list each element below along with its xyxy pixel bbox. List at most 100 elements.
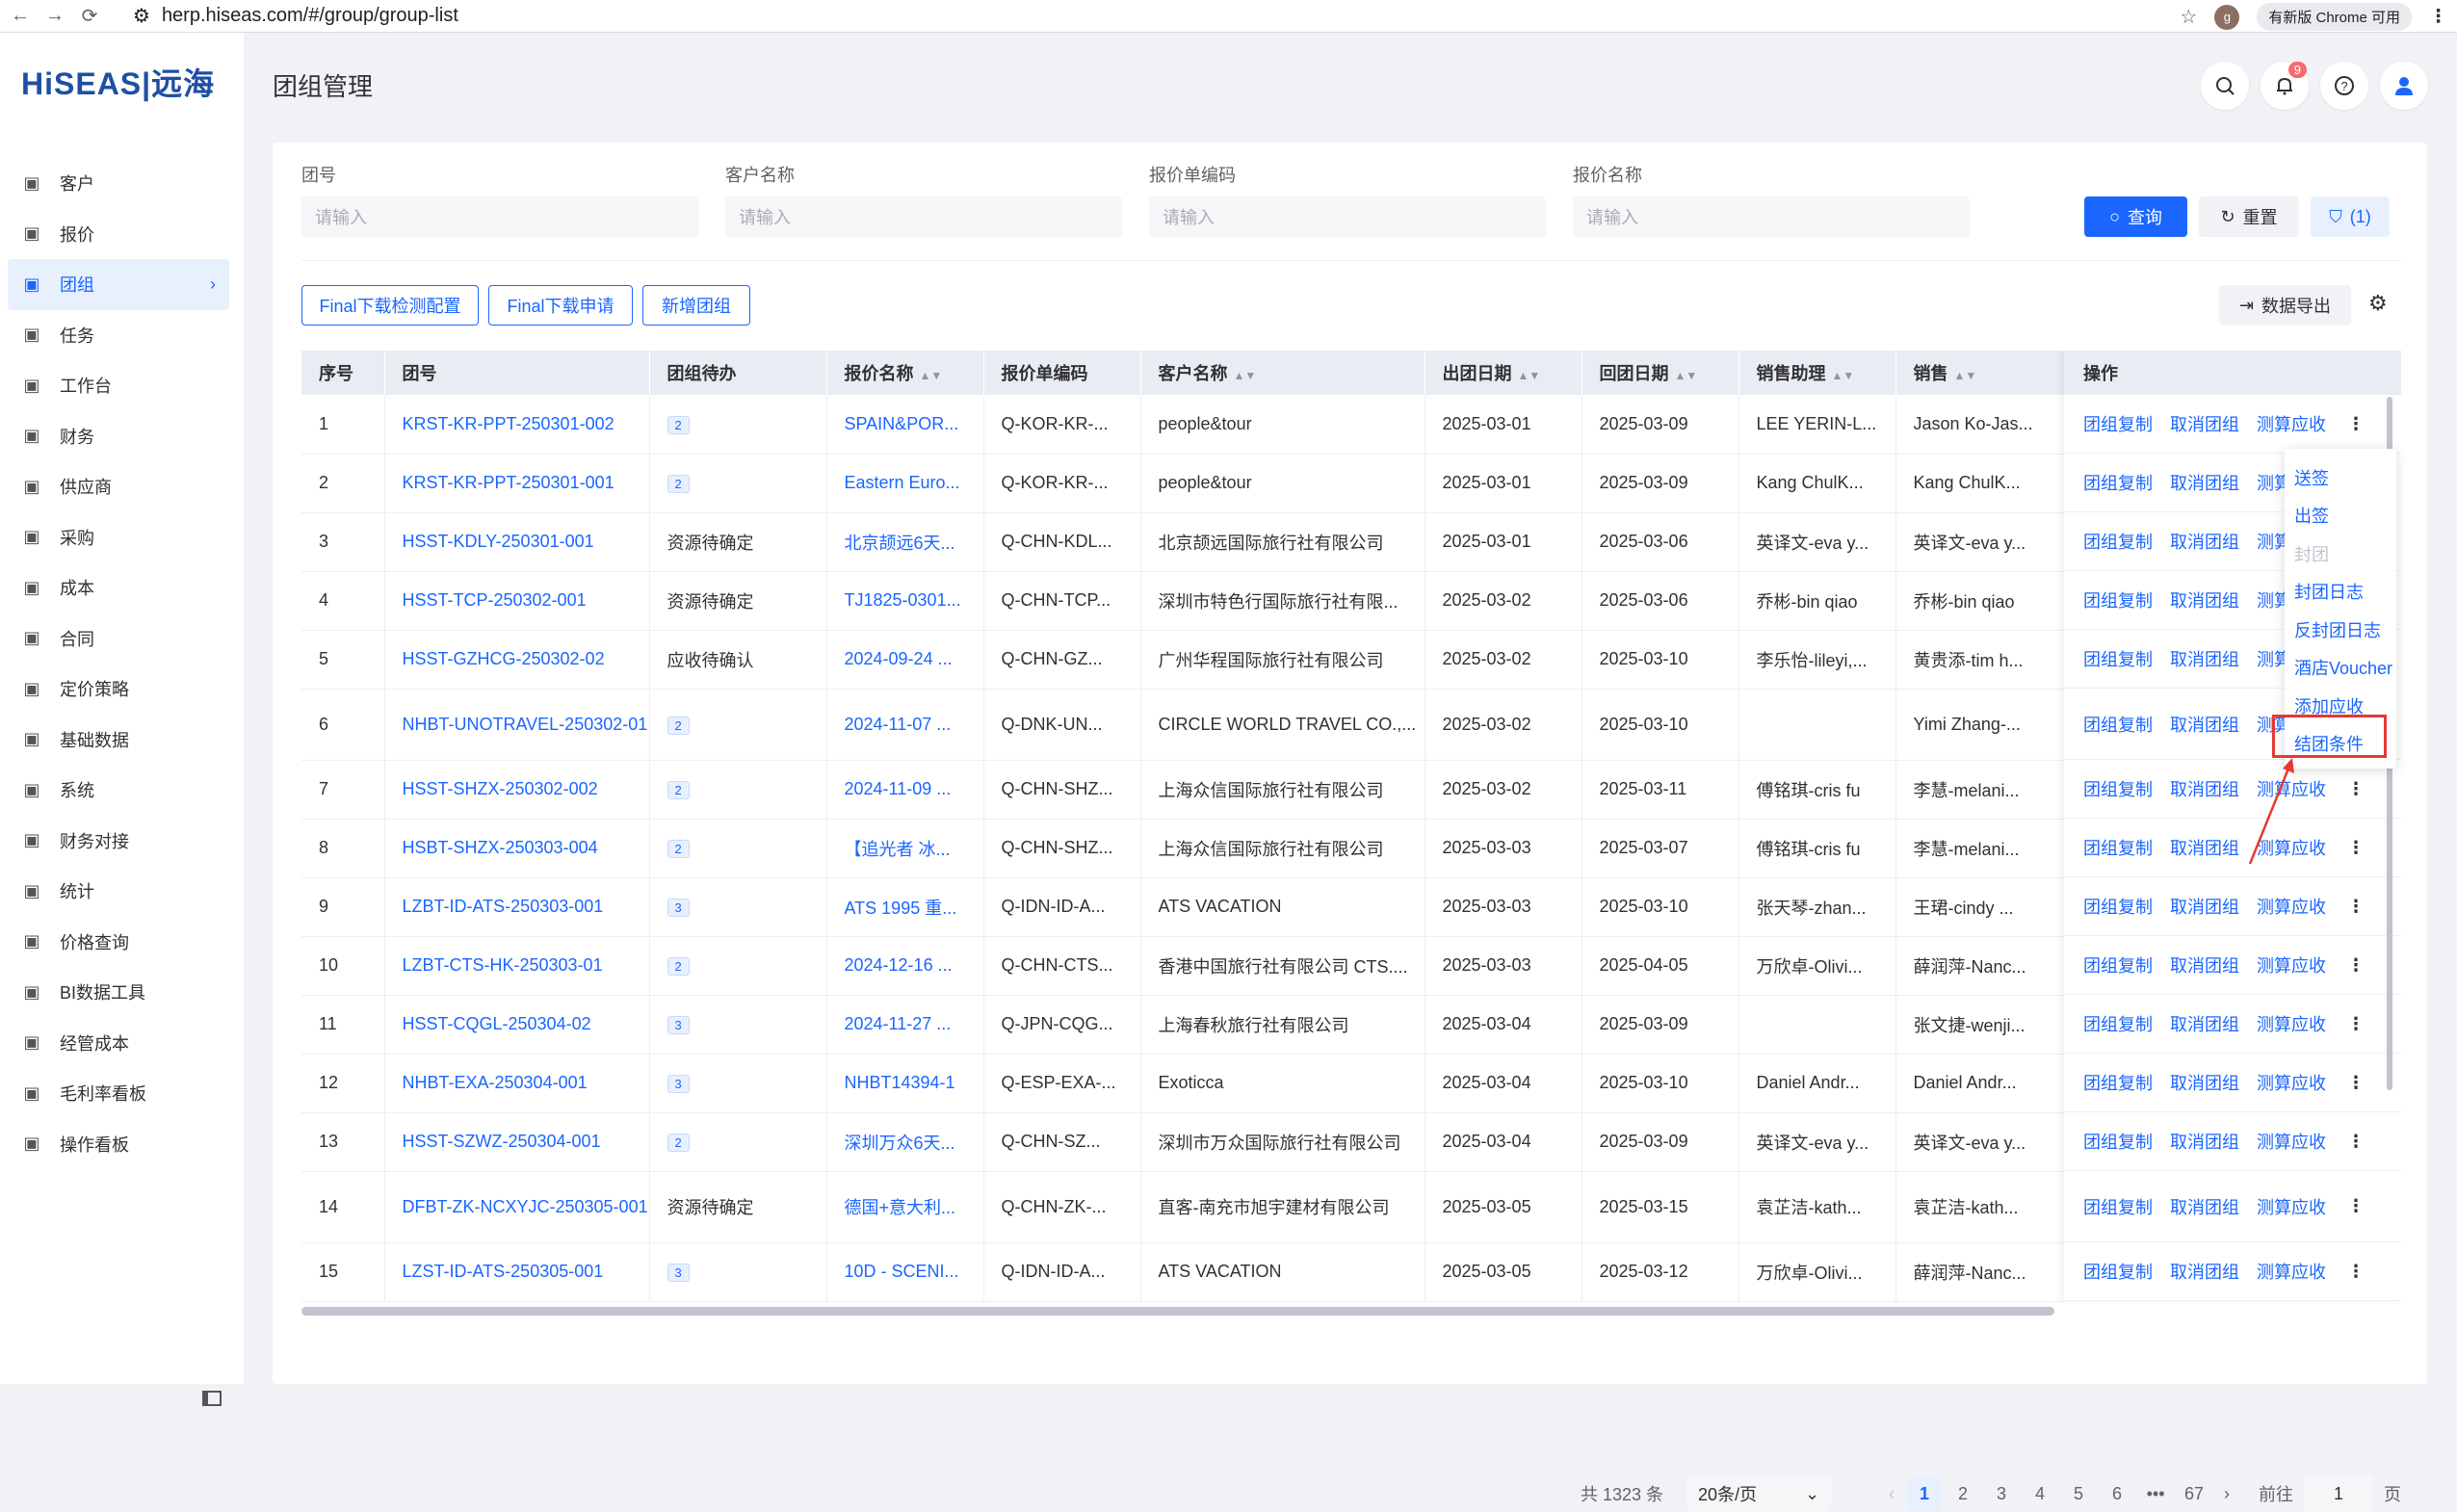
- cancel-group-link[interactable]: 取消团组: [2170, 1011, 2239, 1036]
- sidebar-item-13[interactable]: ▣ 财务对接: [8, 816, 229, 867]
- chrome-update-button[interactable]: 有新版 Chrome 可用: [2257, 3, 2412, 31]
- copy-group-link[interactable]: 团组复制: [2083, 529, 2153, 554]
- user-button[interactable]: [2380, 62, 2428, 110]
- quote-name-link[interactable]: 10D - SCENI...: [826, 1242, 984, 1302]
- copy-group-link[interactable]: 团组复制: [2083, 646, 2153, 671]
- bookmark-star-icon[interactable]: ☆: [2180, 5, 2197, 29]
- group-number-link[interactable]: HSST-KDLY-250301-001: [384, 512, 650, 572]
- page-number[interactable]: 1: [1908, 1476, 1942, 1511]
- sidebar-item-5[interactable]: ▣ 财务: [8, 411, 229, 462]
- column-settings-gear-icon[interactable]: ⚙: [2368, 291, 2388, 316]
- calc-receivable-link[interactable]: 测算应收: [2257, 1194, 2326, 1219]
- sidebar-item-11[interactable]: ▣ 基础数据: [8, 715, 229, 766]
- cancel-group-link[interactable]: 取消团组: [2170, 1259, 2239, 1284]
- copy-group-link[interactable]: 团组复制: [2083, 1259, 2153, 1284]
- sidebar-item-6[interactable]: ▣ 供应商: [8, 461, 229, 512]
- copy-group-link[interactable]: 团组复制: [2083, 1129, 2153, 1154]
- sort-icon[interactable]: ▲▼: [1518, 369, 1541, 382]
- sort-icon[interactable]: ▲▼: [1675, 369, 1698, 382]
- cancel-group-link[interactable]: 取消团组: [2170, 470, 2239, 495]
- todo-badge[interactable]: 2: [667, 1134, 690, 1152]
- cancel-group-link[interactable]: 取消团组: [2170, 1070, 2239, 1095]
- todo-badge[interactable]: 3: [667, 899, 690, 917]
- sidebar-item-12[interactable]: ▣ 系统: [8, 765, 229, 816]
- page-number[interactable]: 2: [1947, 1476, 1979, 1511]
- dropdown-item-0[interactable]: 送签: [2285, 458, 2396, 497]
- more-actions-icon[interactable]: ⋮: [2347, 955, 2365, 976]
- copy-group-link[interactable]: 团组复制: [2083, 1070, 2153, 1095]
- customer-input[interactable]: 请输入: [725, 196, 1122, 237]
- quote-name-link[interactable]: Eastern Euro...: [826, 454, 984, 513]
- group-number-link[interactable]: HSST-CQGL-250304-02: [384, 995, 650, 1055]
- sidebar-item-15[interactable]: ▣ 价格查询: [8, 917, 229, 968]
- goto-page-input[interactable]: 1: [2305, 1475, 2373, 1512]
- todo-badge[interactable]: 3: [667, 1264, 690, 1282]
- cancel-group-link[interactable]: 取消团组: [2170, 712, 2239, 737]
- todo-badge[interactable]: 2: [667, 716, 690, 735]
- forward-icon[interactable]: →: [40, 5, 69, 27]
- quote-name-link[interactable]: 2024-09-24 ...: [826, 630, 984, 690]
- profile-avatar[interactable]: g: [2214, 4, 2240, 30]
- todo-badge[interactable]: 2: [667, 475, 690, 493]
- cancel-group-link[interactable]: 取消团组: [2170, 646, 2239, 671]
- cancel-group-link[interactable]: 取消团组: [2170, 894, 2239, 919]
- next-page-icon[interactable]: ›: [2224, 1484, 2230, 1504]
- cancel-group-link[interactable]: 取消团组: [2170, 411, 2239, 436]
- reload-icon[interactable]: ⟳: [75, 4, 104, 28]
- reset-button[interactable]: ↻ 重置: [2199, 196, 2299, 237]
- cancel-group-link[interactable]: 取消团组: [2170, 952, 2239, 978]
- calc-receivable-link[interactable]: 测算应收: [2257, 1011, 2326, 1036]
- add-group-button[interactable]: 新增团组: [642, 285, 750, 326]
- final-download-request-button[interactable]: Final下载申请: [488, 285, 633, 326]
- quote-name-link[interactable]: TJ1825-0301...: [826, 571, 984, 631]
- more-actions-icon[interactable]: ⋮: [2347, 838, 2365, 858]
- quote-name-link[interactable]: 2024-12-16 ...: [826, 936, 984, 996]
- column-header[interactable]: 报价名称 ▲▼: [826, 351, 984, 395]
- sidebar-item-2[interactable]: ▣ 团组 ›: [8, 259, 229, 310]
- todo-badge[interactable]: 3: [667, 1016, 690, 1034]
- column-header[interactable]: 销售助理 ▲▼: [1738, 351, 1896, 395]
- sort-icon[interactable]: ▲▼: [920, 369, 943, 382]
- column-header[interactable]: 出团日期 ▲▼: [1425, 351, 1582, 395]
- cancel-group-link[interactable]: 取消团组: [2170, 1129, 2239, 1154]
- horizontal-scrollbar[interactable]: [301, 1307, 2054, 1316]
- copy-group-link[interactable]: 团组复制: [2083, 470, 2153, 495]
- prev-page-icon[interactable]: ‹: [1889, 1484, 1895, 1504]
- copy-group-link[interactable]: 团组复制: [2083, 776, 2153, 801]
- group-number-link[interactable]: HSST-GZHCG-250302-02: [384, 630, 650, 690]
- more-actions-icon[interactable]: ⋮: [2347, 414, 2365, 434]
- calc-receivable-link[interactable]: 测算应收: [2257, 952, 2326, 978]
- page-number[interactable]: 67: [2178, 1476, 2210, 1511]
- sidebar-item-17[interactable]: ▣ 经管成本: [8, 1018, 229, 1069]
- sidebar-item-0[interactable]: ▣ 客户: [8, 158, 229, 209]
- copy-group-link[interactable]: 团组复制: [2083, 411, 2153, 436]
- sidebar-item-10[interactable]: ▣ 定价策略: [8, 664, 229, 715]
- calc-receivable-link[interactable]: 测算应收: [2257, 1129, 2326, 1154]
- quote-code-input[interactable]: 请输入: [1149, 196, 1546, 237]
- copy-group-link[interactable]: 团组复制: [2083, 894, 2153, 919]
- quote-name-link[interactable]: ATS 1995 重...: [826, 877, 984, 937]
- quote-name-link[interactable]: 2024-11-09 ...: [826, 760, 984, 820]
- quote-name-link[interactable]: 【追光者 冰...: [826, 819, 984, 878]
- group-no-input[interactable]: 请输入: [301, 196, 698, 237]
- quote-name-link[interactable]: 2024-11-07 ...: [826, 689, 984, 761]
- sidebar-item-3[interactable]: ▣ 任务: [8, 310, 229, 361]
- more-actions-icon[interactable]: ⋮: [2347, 1132, 2365, 1152]
- sidebar-item-7[interactable]: ▣ 采购: [8, 512, 229, 563]
- todo-badge[interactable]: 2: [667, 781, 690, 799]
- todo-badge[interactable]: 2: [667, 415, 690, 434]
- cancel-group-link[interactable]: 取消团组: [2170, 587, 2239, 613]
- logo[interactable]: HiSEAS|远海: [21, 60, 215, 104]
- more-actions-icon[interactable]: ⋮: [2347, 1196, 2365, 1216]
- column-header[interactable]: 客户名称 ▲▼: [1140, 351, 1425, 395]
- group-number-link[interactable]: NHBT-UNOTRAVEL-250302-01: [384, 689, 650, 761]
- todo-badge[interactable]: 2: [667, 957, 690, 976]
- help-button[interactable]: ?: [2320, 62, 2368, 110]
- quote-name-input[interactable]: 请输入: [1573, 196, 1970, 237]
- address-bar[interactable]: ⚙ herp.hiseas.com/#/group/group-list: [133, 4, 458, 28]
- back-icon[interactable]: ←: [6, 5, 35, 27]
- quote-name-link[interactable]: 德国+意大利...: [826, 1171, 984, 1243]
- final-download-config-button[interactable]: Final下载检测配置: [301, 285, 479, 326]
- dropdown-item-1[interactable]: 出签: [2285, 497, 2396, 535]
- data-export-button[interactable]: ⇥ 数据导出: [2219, 285, 2351, 326]
